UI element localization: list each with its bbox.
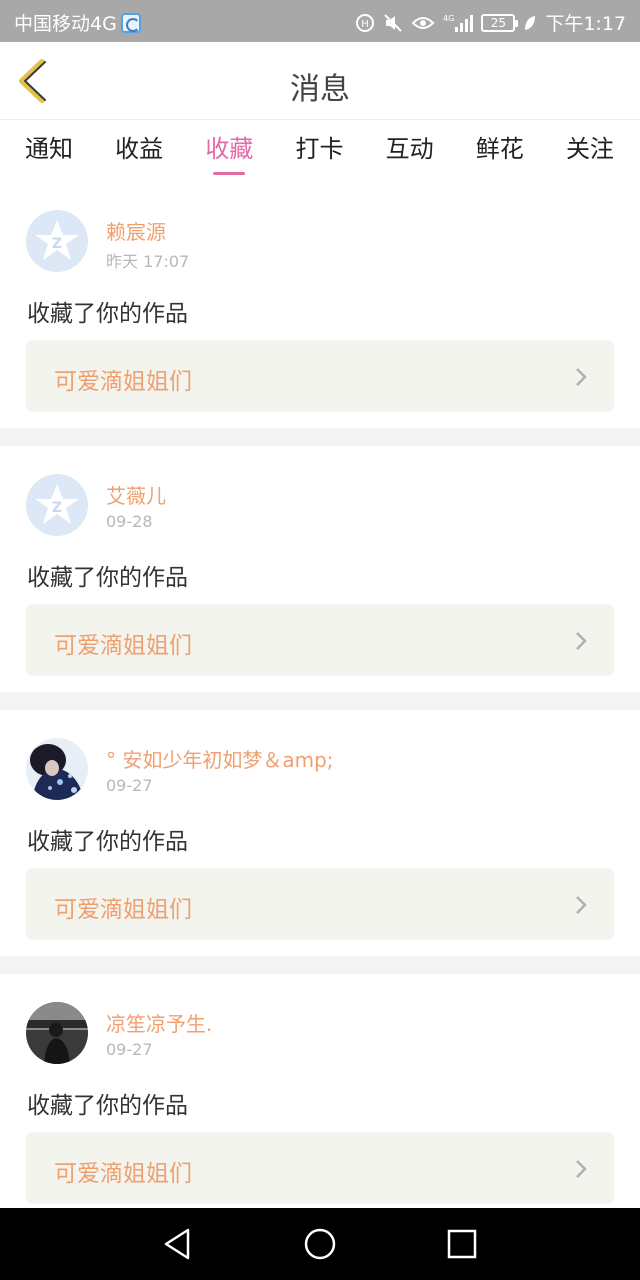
tab-favorites[interactable]: 收藏	[205, 121, 253, 181]
clock: 下午1:17	[545, 13, 626, 35]
tab-flowers[interactable]: 鲜花	[476, 121, 524, 181]
signal-4g-icon: 4G	[443, 14, 474, 32]
message-item: 凉笙凉予生. 09-27 收藏了你的作品 可爱滴姐姐们	[0, 974, 640, 1220]
eye-comfort-icon	[411, 16, 435, 29]
user-name[interactable]: 凉笙凉予生.	[106, 1008, 212, 1037]
work-title: 可爱滴姐姐们	[54, 369, 192, 395]
avatar[interactable]: Z	[26, 210, 88, 272]
tab-checkin[interactable]: 打卡	[295, 121, 343, 181]
qzone-star-icon: Z	[35, 220, 79, 260]
message-item: Z 赖宸源 昨天 17:07 收藏了你的作品 可爱滴姐姐们	[0, 182, 640, 428]
page-title: 消息	[290, 72, 350, 107]
system-navigation-bar	[0, 1208, 640, 1280]
svg-text:4G: 4G	[443, 14, 454, 23]
svg-text:Z: Z	[52, 500, 62, 516]
user-photo-icon	[26, 738, 88, 800]
carrier-info: 中国移动4G	[14, 9, 141, 36]
message-item: ° 安如少年初如梦＆amp; 09-27 收藏了你的作品 可爱滴姐姐们	[0, 710, 640, 956]
avatar[interactable]: Z	[26, 474, 88, 536]
tab-bar: 通知 收益 收藏 打卡 互动 鲜花 关注	[0, 121, 640, 181]
mute-icon	[384, 13, 403, 32]
avatar[interactable]	[26, 1002, 88, 1064]
qzone-star-icon: Z	[35, 484, 79, 524]
battery-icon: 25	[481, 13, 519, 32]
svg-text:H: H	[362, 19, 370, 30]
timestamp: 09-27	[106, 1040, 153, 1059]
work-link[interactable]: 可爱滴姐姐们	[26, 604, 614, 676]
status-icons: H 4G 25 下午1:17	[355, 9, 626, 36]
work-link[interactable]: 可爱滴姐姐们	[26, 868, 614, 940]
recents-square-icon[interactable]	[444, 1226, 480, 1262]
action-text: 收藏了你的作品	[27, 301, 188, 327]
timestamp: 09-27	[106, 776, 153, 795]
divider	[0, 956, 640, 974]
status-bar: 中国移动4G H 4G 25 下午1:17	[0, 0, 640, 42]
user-name[interactable]: ° 安如少年初如梦＆amp;	[106, 744, 334, 773]
action-text: 收藏了你的作品	[27, 829, 188, 855]
user-photo-icon	[26, 1002, 88, 1064]
chevron-right-icon	[576, 896, 587, 914]
svg-text:Z: Z	[52, 236, 62, 252]
tab-interactions[interactable]: 互动	[386, 121, 434, 181]
work-title: 可爱滴姐姐们	[54, 897, 192, 923]
data-saver-icon: H	[356, 13, 375, 32]
action-text: 收藏了你的作品	[27, 565, 188, 591]
divider	[0, 692, 640, 710]
work-title: 可爱滴姐姐们	[54, 633, 192, 659]
message-item: Z 艾薇儿 09-28 收藏了你的作品 可爱滴姐姐们	[0, 446, 640, 692]
divider	[0, 428, 640, 446]
chevron-right-icon	[576, 368, 587, 386]
user-name[interactable]: 赖宸源	[106, 216, 166, 245]
avatar[interactable]	[26, 738, 88, 800]
back-triangle-icon[interactable]	[160, 1226, 196, 1262]
timestamp: 09-28	[106, 512, 153, 531]
home-circle-icon[interactable]	[302, 1226, 338, 1262]
chevron-right-icon	[576, 632, 587, 650]
work-link[interactable]: 可爱滴姐姐们	[26, 340, 614, 412]
browser-app-icon	[120, 12, 141, 33]
work-title: 可爱滴姐姐们	[54, 1161, 192, 1187]
power-saving-leaf-icon	[525, 15, 536, 30]
user-name[interactable]: 艾薇儿	[106, 480, 166, 509]
work-link[interactable]: 可爱滴姐姐们	[26, 1132, 614, 1204]
tab-earnings[interactable]: 收益	[115, 121, 163, 181]
carrier-label: 中国移动4G	[14, 13, 117, 35]
tab-following[interactable]: 关注	[566, 121, 614, 181]
header: 消息	[0, 42, 640, 120]
action-text: 收藏了你的作品	[27, 1093, 188, 1119]
chevron-right-icon	[576, 1160, 587, 1178]
timestamp: 昨天 17:07	[106, 252, 190, 271]
tab-notifications[interactable]: 通知	[25, 121, 73, 181]
